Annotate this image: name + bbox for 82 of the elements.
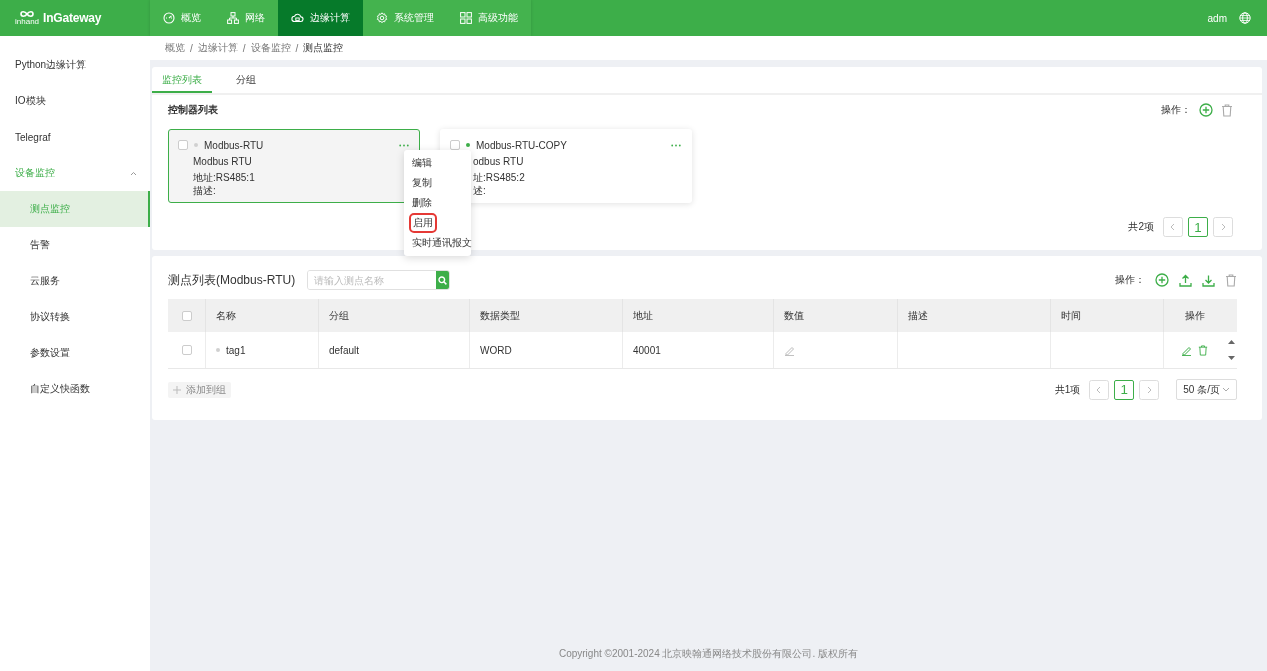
address-text: 地址:RS485:1 xyxy=(193,171,255,184)
sidebar-item[interactable]: 自定义快函数 xyxy=(0,371,150,407)
copyright-text: Copyright ©2001-2024 北京映翰通网络技术股份有限公司. 版权所有 xyxy=(558,648,859,659)
column-header: 数值 xyxy=(773,299,897,332)
more-icon[interactable] xyxy=(399,143,409,147)
tab[interactable]: 分组 xyxy=(226,67,266,93)
checkbox[interactable] xyxy=(178,140,188,150)
description-text: 述: xyxy=(473,184,486,197)
globe-icon[interactable] xyxy=(1239,12,1251,24)
breadcrumb-link[interactable]: 设备监控 xyxy=(250,41,291,55)
menu-item[interactable]: 实时通讯报文 xyxy=(412,236,472,250)
plus-icon xyxy=(173,385,181,394)
logo-icon xyxy=(18,10,36,18)
edit-icon[interactable] xyxy=(1181,344,1192,356)
chevron-down-icon xyxy=(1222,386,1230,393)
scroll-down-icon[interactable] xyxy=(1227,356,1235,360)
description-text: 描述: xyxy=(193,184,216,197)
column-header: 操作 xyxy=(1163,299,1225,332)
operations-label: 操作： xyxy=(1161,103,1191,117)
controller-name: Modbus-RTU-COPY xyxy=(476,139,568,151)
sidebar-item[interactable]: IO模块 xyxy=(0,83,150,119)
add-icon[interactable] xyxy=(1155,273,1169,287)
total-count: 共2项 xyxy=(1128,220,1154,234)
nav-tab[interactable]: 边缘计算 xyxy=(278,0,363,36)
product-name: InGateway xyxy=(43,11,102,25)
delete-icon[interactable] xyxy=(1198,344,1208,356)
cloud-icon xyxy=(291,12,304,24)
page-size-select[interactable]: 50 条/页 xyxy=(1176,379,1237,400)
next-page-icon[interactable] xyxy=(1139,379,1160,400)
next-page-icon[interactable] xyxy=(1213,217,1233,237)
protocol-text: Modbus RTU xyxy=(193,155,252,168)
prev-page-icon[interactable] xyxy=(1089,379,1110,400)
breadcrumb-link[interactable]: 概览 xyxy=(165,41,185,55)
sidebar-item[interactable]: 云服务 xyxy=(0,263,150,299)
breadcrumb-separator: / xyxy=(242,42,246,54)
table-cell: default xyxy=(329,344,360,356)
breadcrumb-separator: / xyxy=(190,42,193,54)
checkbox[interactable] xyxy=(181,310,192,321)
column-header: 分组 xyxy=(318,299,469,332)
table-cell: tag1 xyxy=(226,344,246,356)
total-count: 共1项 xyxy=(1054,382,1081,397)
sidebar-item[interactable]: Python边缘计算 xyxy=(0,47,150,83)
column-header: 数据类型 xyxy=(469,299,622,332)
controller-card[interactable]: Modbus-RTU-COPY odbus RTU 址:RS485:2 述: xyxy=(440,129,692,203)
gauge-icon xyxy=(163,12,175,24)
sidebar-item[interactable]: 告警 xyxy=(0,227,150,263)
delete-icon[interactable] xyxy=(1221,103,1233,117)
sidebar-item[interactable]: Telegraf xyxy=(0,119,150,155)
delete-icon[interactable] xyxy=(1225,273,1237,287)
search-icon xyxy=(438,275,448,285)
prev-page-icon[interactable] xyxy=(1163,217,1183,237)
table-cell: 40001 xyxy=(633,344,661,356)
section-title: 控制器列表 xyxy=(168,103,218,117)
more-icon[interactable] xyxy=(671,143,681,147)
gear-icon xyxy=(376,12,388,24)
breadcrumb-separator: / xyxy=(295,42,299,54)
download-icon[interactable] xyxy=(1202,273,1215,287)
network-icon xyxy=(227,12,239,24)
search-button[interactable] xyxy=(436,271,450,289)
address-text: 址:RS485:2 xyxy=(473,171,525,184)
sidebar-item[interactable]: 参数设置 xyxy=(0,335,150,371)
logo-subtitle: inhand xyxy=(15,18,40,26)
checkbox[interactable] xyxy=(181,345,192,355)
protocol-text: odbus RTU xyxy=(473,155,524,168)
grid-icon xyxy=(460,12,472,24)
edit-icon[interactable] xyxy=(784,344,795,356)
column-header: 时间 xyxy=(1050,299,1163,332)
caret-up-icon xyxy=(130,170,137,176)
breadcrumb-link[interactable]: 边缘计算 xyxy=(197,41,238,55)
add-icon[interactable] xyxy=(1199,103,1213,117)
breadcrumb-current: 测点监控 xyxy=(303,41,344,55)
operations-label: 操作： xyxy=(1115,273,1145,287)
column-header: 名称 xyxy=(205,299,318,332)
column-header: 描述 xyxy=(897,299,1050,332)
section-title: 测点列表(Modbus-RTU) xyxy=(168,271,296,289)
upload-icon[interactable] xyxy=(1179,273,1192,287)
table-cell: WORD xyxy=(480,344,512,356)
menu-item[interactable]: 启用 xyxy=(412,216,434,230)
sidebar-item[interactable]: 协议转换 xyxy=(0,299,150,335)
column-header: 地址 xyxy=(622,299,773,332)
scroll-up-icon[interactable] xyxy=(1227,340,1235,344)
controller-name: Modbus-RTU xyxy=(204,139,265,151)
